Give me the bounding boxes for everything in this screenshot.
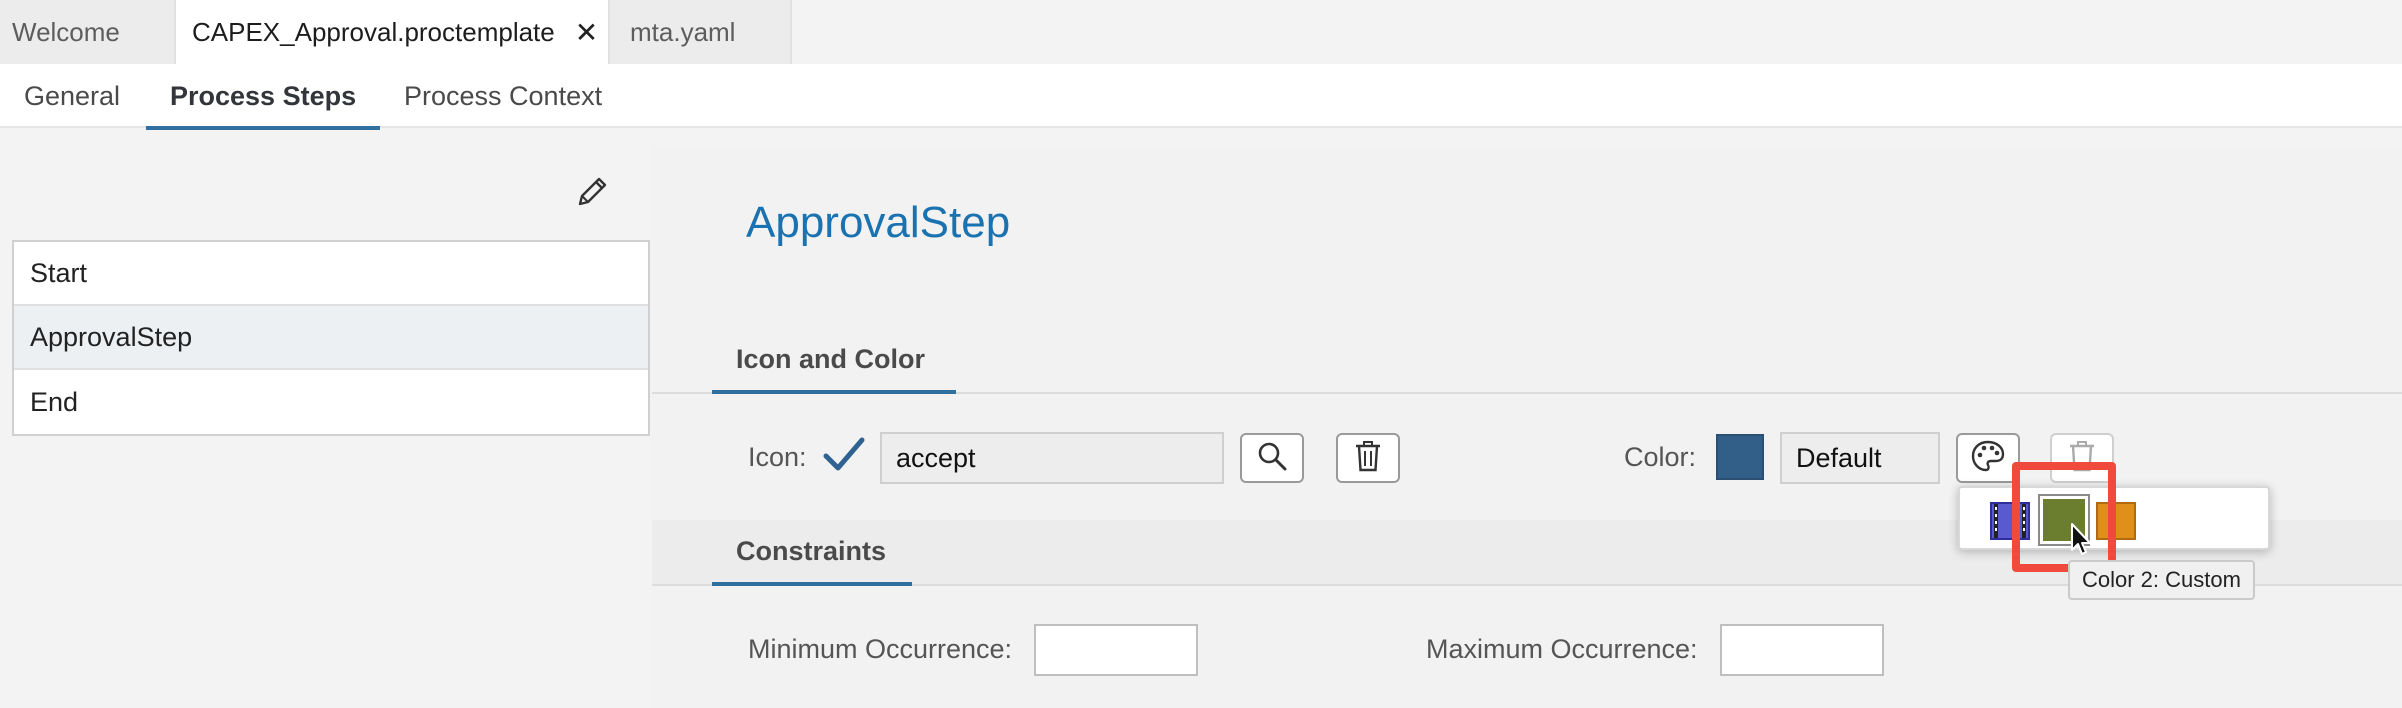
tab-general[interactable]: General <box>0 64 144 128</box>
list-item[interactable]: End <box>14 370 648 434</box>
highlight-box <box>2012 462 2116 572</box>
palette-icon <box>1970 439 2006 478</box>
close-icon[interactable]: ✕ <box>575 16 598 49</box>
max-occurrence-input[interactable] <box>1720 624 1884 676</box>
list-item[interactable]: ApprovalStep <box>14 306 648 370</box>
step-label: End <box>30 386 79 417</box>
step-label: ApprovalStep <box>30 321 193 352</box>
section-heading-constraints: Constraints <box>736 536 887 566</box>
tab-process-steps[interactable]: Process Steps <box>146 64 381 130</box>
tab-process-context[interactable]: Process Context <box>380 64 626 128</box>
search-icon <box>1256 440 1288 477</box>
editor-tab-welcome[interactable]: Welcome <box>0 0 176 64</box>
tab-label: Process Context <box>404 80 603 111</box>
color-label: Color: <box>1624 442 1697 472</box>
min-occurrence-input[interactable] <box>1034 624 1198 676</box>
mouse-cursor-icon <box>2070 522 2094 558</box>
max-occurrence-label: Maximum Occurrence: <box>1426 634 1698 664</box>
selected-color-swatch <box>1716 434 1764 480</box>
editor-tab-label: CAPEX_Approval.proctemplate <box>192 16 555 47</box>
icon-label: Icon: <box>748 442 807 472</box>
section-heading-icon-color: Icon and Color <box>736 344 925 374</box>
page-title: ApprovalStep <box>746 198 1011 247</box>
editor-tab-mta-yaml[interactable]: mta.yaml <box>610 0 792 64</box>
editor-tab-label: mta.yaml <box>630 16 736 47</box>
icon-input[interactable]: accept <box>880 432 1224 484</box>
trash-icon <box>1353 440 1383 477</box>
tab-label: Process Steps <box>170 80 357 111</box>
sub-tab-bar: General Process Steps Process Context <box>0 64 2402 130</box>
color-input[interactable]: Default <box>1780 432 1940 484</box>
editor-tab-label: Welcome <box>12 16 120 47</box>
step-label: Start <box>30 257 88 288</box>
min-occurrence-label: Minimum Occurrence: <box>748 634 1013 664</box>
tab-label: General <box>24 80 121 111</box>
editor-tab-capex-approval[interactable]: CAPEX_Approval.proctemplate ✕ <box>176 0 610 64</box>
checkmark-icon <box>822 434 866 478</box>
editor-tab-bar: Welcome CAPEX_Approval.proctemplate ✕ mt… <box>0 0 2402 64</box>
section-underline <box>712 582 912 586</box>
section-underline <box>712 390 956 394</box>
list-item[interactable]: Start <box>14 242 648 306</box>
process-step-list: Start ApprovalStep End <box>12 240 650 436</box>
tooltip: Color 2: Custom <box>2068 560 2255 600</box>
edit-pencil-icon[interactable] <box>572 172 612 212</box>
icon-delete-button[interactable] <box>1336 433 1400 483</box>
color-picker-button[interactable] <box>1956 433 2020 483</box>
icon-search-button[interactable] <box>1240 433 1304 483</box>
